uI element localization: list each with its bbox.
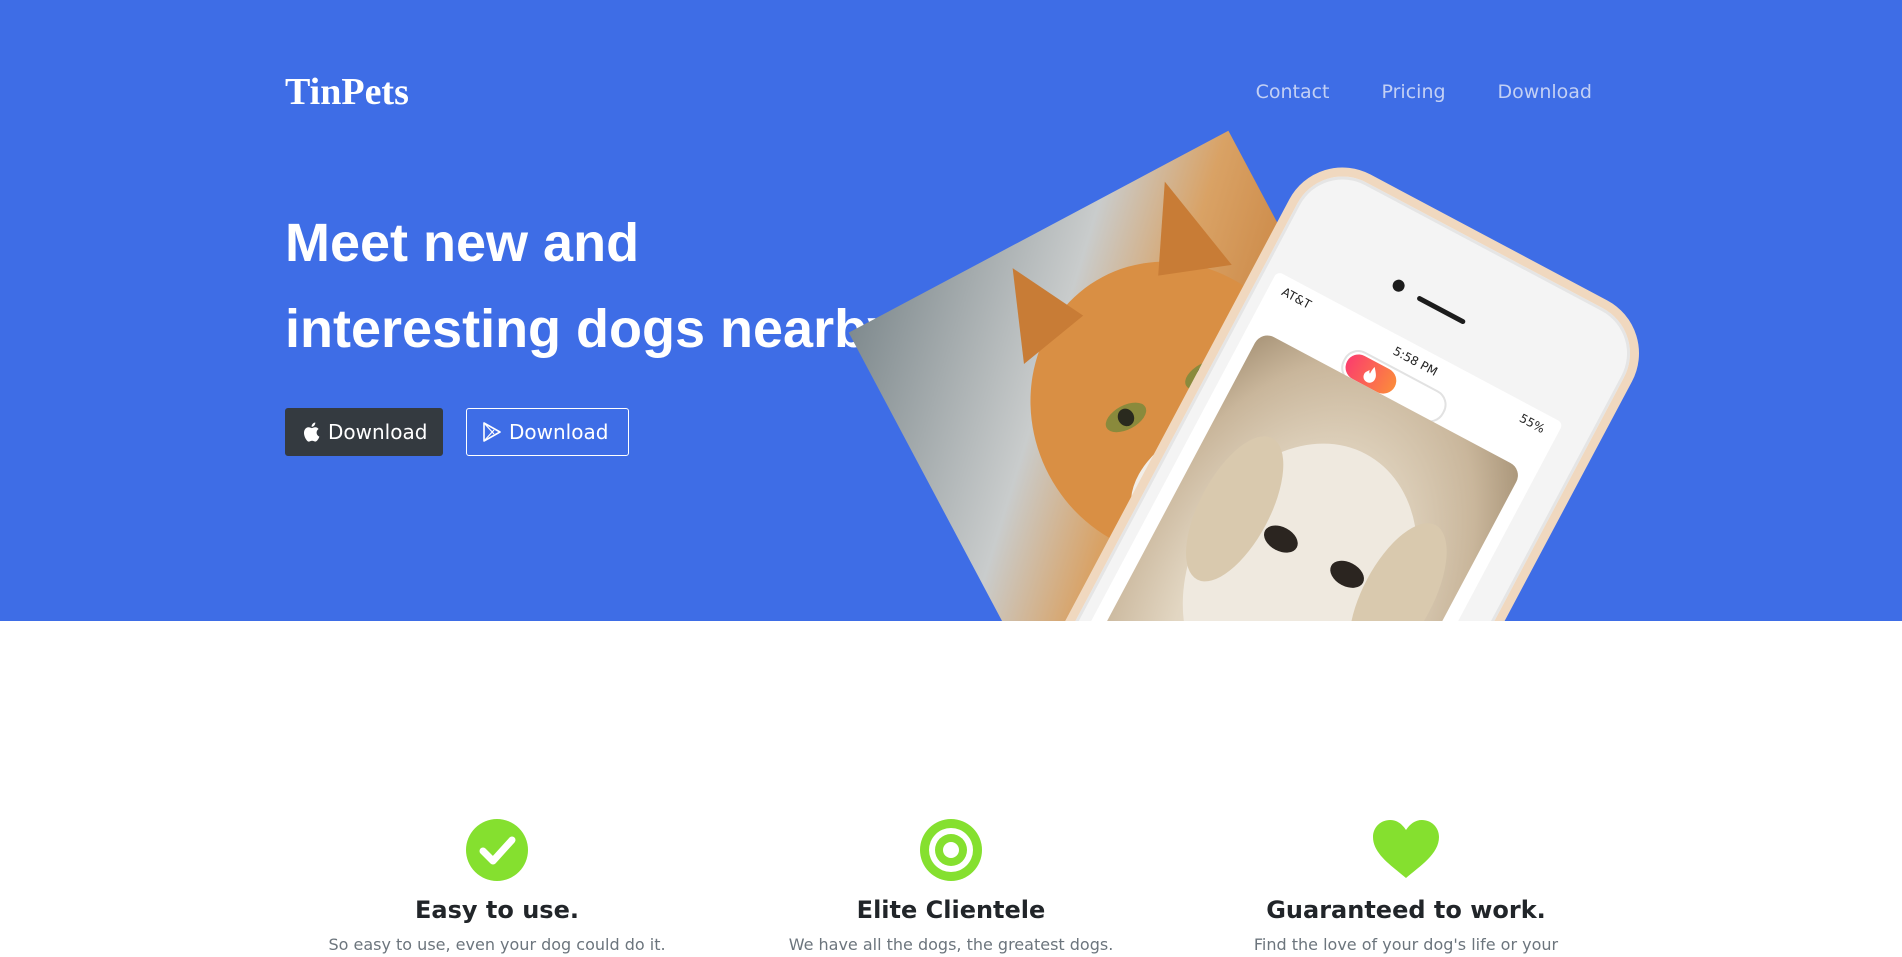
- nav-link-download[interactable]: Download: [1498, 80, 1592, 104]
- hero-artwork: AT&T 5:58 PM 55%: [848, 120, 1740, 621]
- feature-text: So easy to use, even your dog could do i…: [328, 935, 666, 954]
- feature-guaranteed: Guaranteed to work. Find the love of you…: [1206, 818, 1606, 957]
- target-icon: [751, 818, 1151, 887]
- top-nav: Contact Pricing Download: [1256, 80, 1592, 104]
- feature-title: Guaranteed to work.: [1266, 896, 1546, 924]
- feature-elite-clientele: Elite Clientele We have all the dogs, th…: [751, 818, 1151, 957]
- feature-title: Elite Clientele: [856, 896, 1046, 924]
- hero-headline-line1: Meet new and: [285, 213, 640, 273]
- feature-text: We have all the dogs, the greatest dogs.: [788, 935, 1114, 954]
- apple-icon: [302, 422, 320, 442]
- google-play-icon: [483, 422, 501, 442]
- google-play-download-button[interactable]: Download: [466, 408, 629, 456]
- feature-title: Easy to use.: [415, 896, 579, 924]
- heart-icon: [1206, 818, 1606, 887]
- hero-section: TinPets Contact Pricing Download Meet ne…: [0, 0, 1902, 621]
- app-store-download-button[interactable]: Download: [285, 408, 443, 456]
- flame-icon: [1363, 366, 1376, 383]
- phone-carrier: AT&T: [1279, 284, 1314, 312]
- brand-logo[interactable]: TinPets: [285, 70, 409, 114]
- hero-headline-line2: interesting dogs nearby.: [285, 299, 909, 359]
- nav-link-contact[interactable]: Contact: [1256, 80, 1330, 104]
- feature-easy-to-use: Easy to use. So easy to use, even your d…: [297, 818, 697, 957]
- nav-link-pricing[interactable]: Pricing: [1382, 80, 1446, 104]
- checkmark-circle-icon: [297, 818, 697, 887]
- phone-battery: 55%: [1517, 411, 1548, 436]
- phone-speaker: [1416, 295, 1467, 325]
- google-play-download-label: Download: [509, 420, 609, 444]
- app-store-download-label: Download: [328, 420, 428, 444]
- feature-text: Find the love of your dog's life or your: [1253, 935, 1559, 954]
- phone-camera: [1390, 277, 1407, 294]
